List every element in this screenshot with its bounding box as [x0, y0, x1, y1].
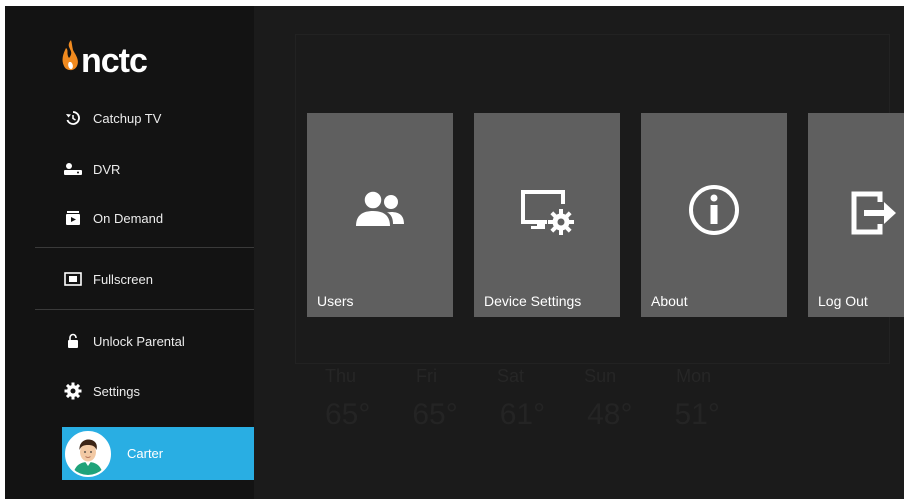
sidebar-divider [35, 309, 254, 310]
nctc-logo: nctc [60, 34, 148, 80]
sidebar-divider [35, 247, 254, 248]
sidebar-item-fullscreen[interactable]: Fullscreen [5, 257, 254, 301]
info-icon [641, 183, 787, 237]
tile-about[interactable]: About [641, 113, 787, 317]
dvr-icon [63, 160, 83, 178]
sidebar-item-unlock-parental[interactable]: Unlock Parental [5, 319, 254, 363]
sidebar-item-dvr[interactable]: DVR [5, 147, 254, 191]
sidebar-item-label: Settings [93, 383, 140, 399]
user-name: Carter [127, 446, 164, 461]
tv-screen: Thu Fri Sat Sun Mon 65° 65° 61° 48° 51° nctc Cat… [5, 6, 904, 499]
logo-text: nctc [81, 42, 148, 80]
tile-device-settings[interactable]: Device Settings [474, 113, 620, 317]
sidebar-item-label: DVR [93, 161, 121, 177]
background-weather-days: Thu Fri Sat Sun Mon [325, 366, 712, 386]
tile-log-out[interactable]: Log Out [808, 113, 904, 317]
users-icon [307, 188, 453, 230]
sidebar-item-label: Unlock Parental [93, 333, 185, 349]
fullscreen-icon [63, 270, 83, 288]
sidebar-item-settings[interactable]: Settings [5, 369, 254, 413]
history-icon [63, 109, 83, 127]
gear-icon [63, 382, 83, 400]
sidebar-item-label: Fullscreen [93, 271, 153, 287]
flame-icon [62, 40, 78, 71]
logout-icon [808, 188, 904, 238]
tile-label: About [651, 293, 688, 309]
sidebar-menu: nctc Catchup TV DVR On Demand Fullscreen… [5, 6, 254, 499]
on-demand-icon [63, 209, 83, 227]
sidebar-item-catchup-tv[interactable]: Catchup TV [5, 96, 254, 140]
tile-label: Log Out [818, 293, 868, 309]
background-weather-temps: 65° 65° 61° 48° 51° [325, 398, 720, 431]
tile-label: Users [317, 293, 354, 309]
sidebar-item-on-demand[interactable]: On Demand [5, 196, 254, 240]
device-settings-icon [474, 188, 620, 236]
tile-label: Device Settings [484, 293, 582, 309]
sidebar-item-label: On Demand [93, 210, 164, 226]
sidebar-item-user-profile[interactable]: Carter [62, 427, 254, 480]
tile-users[interactable]: Users [307, 113, 453, 317]
sidebar-item-label: Catchup TV [93, 110, 162, 126]
lock-icon [63, 332, 83, 350]
avatar [65, 430, 111, 477]
